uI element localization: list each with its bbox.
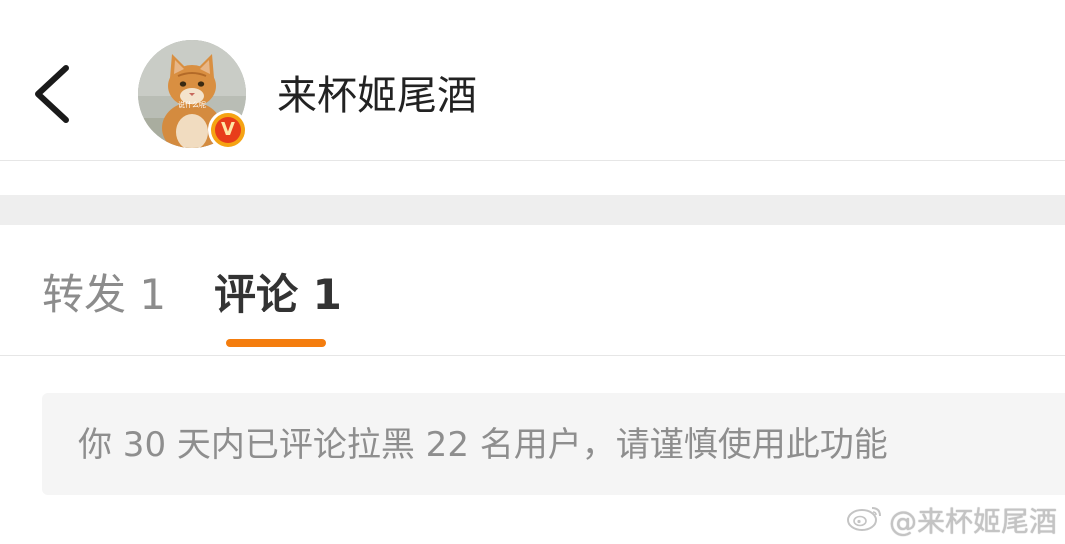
tab-comments[interactable]: 评论 1: [214, 267, 342, 323]
verified-badge: V: [208, 110, 248, 150]
watermark: @来杯姬尾酒: [845, 500, 1057, 540]
header-divider: [0, 160, 1065, 161]
chevron-left-icon: [20, 65, 84, 138]
watermark-text: @来杯姬尾酒: [888, 505, 1057, 538]
tab-repost[interactable]: 转发 1: [42, 267, 166, 323]
section-separator: [0, 195, 1065, 225]
active-tab-indicator: [226, 339, 326, 347]
top-bar: 说什么呢 V 来杯姬尾酒: [0, 0, 1065, 160]
avatar-caption: 说什么呢: [178, 101, 206, 109]
block-notice-text: 你 30 天内已评论拉黑 22 名用户，请谨慎使用此功能: [78, 425, 888, 465]
tab-divider: [0, 355, 1065, 356]
block-notice-banner: 你 30 天内已评论拉黑 22 名用户，请谨慎使用此功能: [42, 393, 1065, 495]
page-title[interactable]: 来杯姬尾酒: [277, 70, 477, 122]
weibo-logo-icon: [845, 502, 889, 539]
verified-v-icon: V: [215, 117, 241, 143]
back-button[interactable]: [20, 54, 84, 134]
tab-bar: 转发 1 评论 1: [0, 225, 1065, 355]
